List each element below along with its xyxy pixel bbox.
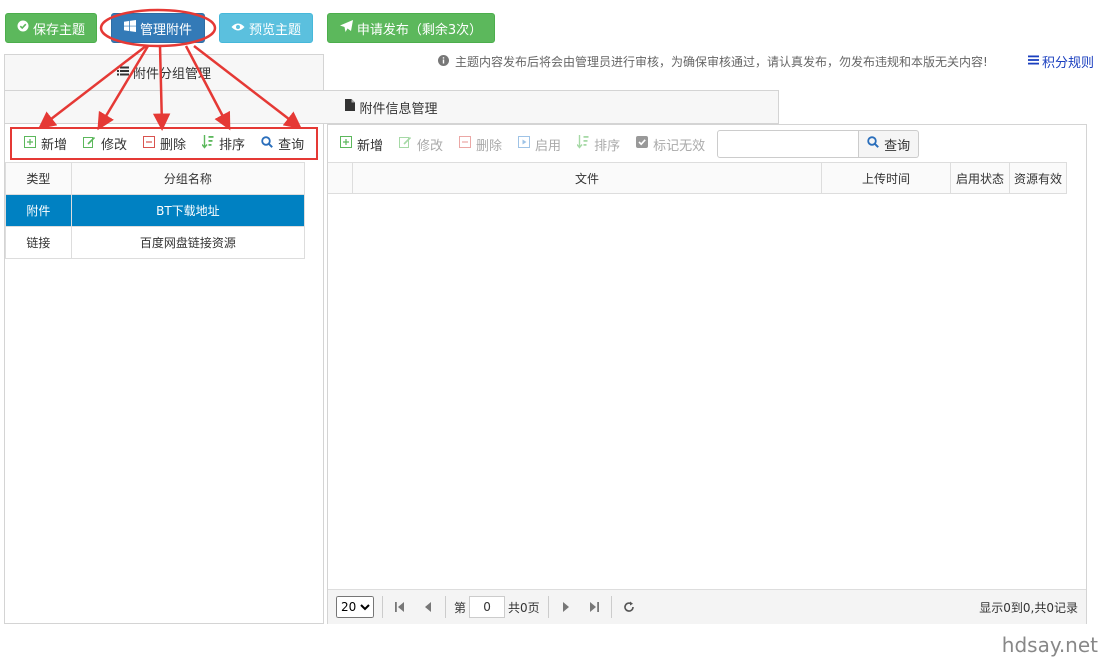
attachment-query-label: 查询 bbox=[884, 138, 911, 154]
pager-record-info: 显示0到0,共0记录 bbox=[979, 600, 1078, 615]
last-page-icon[interactable] bbox=[585, 596, 603, 618]
attachment-delete-button[interactable]: 删除 bbox=[451, 130, 510, 158]
info-icon bbox=[438, 54, 449, 69]
attachment-add-label: 新增 bbox=[357, 138, 384, 154]
plus-square-icon bbox=[340, 136, 352, 152]
col-checkbox-header bbox=[328, 163, 353, 193]
next-page-icon[interactable] bbox=[557, 596, 575, 618]
group-edit-button[interactable]: 修改 bbox=[75, 130, 135, 158]
row-type-cell: 附件 bbox=[5, 194, 72, 227]
refresh-icon[interactable] bbox=[620, 596, 638, 618]
apply-publish-button[interactable]: 申请发布（剩余3次） bbox=[327, 13, 495, 43]
apply-publish-label: 申请发布（剩余3次） bbox=[356, 22, 483, 38]
group-edit-label: 修改 bbox=[101, 138, 128, 153]
attachment-delete-label: 删除 bbox=[476, 138, 503, 154]
attachment-enable-label: 启用 bbox=[535, 138, 562, 154]
table-row[interactable]: 链接 百度网盘链接资源 bbox=[5, 226, 306, 259]
publish-notice: 主题内容发布后将会由管理员进行审核，为确保审核通过，请认真发布，勿发布违规和本版… bbox=[438, 53, 988, 70]
mark-invalid-label: 标记无效 bbox=[653, 138, 706, 154]
minus-square-icon bbox=[459, 136, 472, 152]
windows-icon bbox=[123, 20, 136, 36]
plus-square-icon bbox=[24, 135, 36, 152]
attachment-sort-button[interactable]: 排序 bbox=[569, 130, 628, 158]
minus-square-icon bbox=[143, 135, 156, 152]
row-type-cell: 链接 bbox=[5, 226, 72, 259]
col-group-name-header: 分组名称 bbox=[70, 162, 306, 195]
col-upload-time-header: 上传时间 bbox=[822, 163, 951, 193]
preview-theme-button[interactable]: 预览主题 bbox=[219, 13, 313, 43]
notice-text: 主题内容发布后将会由管理员进行审核，为确保审核通过，请认真发布，勿发布违规和本版… bbox=[455, 55, 988, 69]
check-circle-icon bbox=[17, 20, 29, 36]
row-name-cell: 百度网盘链接资源 bbox=[70, 226, 306, 259]
file-icon bbox=[345, 99, 356, 115]
group-query-label: 查询 bbox=[278, 138, 305, 153]
group-delete-label: 删除 bbox=[160, 138, 187, 153]
tab-attachment-group-label: 附件分组管理 bbox=[132, 67, 211, 82]
row-name-cell: BT下载地址 bbox=[70, 194, 306, 227]
group-add-button[interactable]: 新增 bbox=[16, 130, 75, 158]
attachment-edit-label: 修改 bbox=[417, 138, 444, 154]
group-table: 类型 分组名称 附件 BT下载地址 链接 百度网盘链接资源 bbox=[5, 162, 306, 259]
group-delete-button[interactable]: 删除 bbox=[135, 130, 194, 158]
edit-icon bbox=[399, 136, 412, 152]
attachment-table-header: 文件 上传时间 启用状态 资源有效 bbox=[328, 162, 1067, 194]
group-query-button[interactable]: 查询 bbox=[253, 130, 312, 158]
group-sort-label: 排序 bbox=[219, 138, 246, 153]
prev-page-icon[interactable] bbox=[419, 596, 437, 618]
first-page-icon[interactable] bbox=[391, 596, 409, 618]
group-table-header: 类型 分组名称 bbox=[5, 162, 306, 195]
sort-icon bbox=[576, 135, 589, 153]
manage-attachments-label: 管理附件 bbox=[139, 22, 192, 38]
send-icon bbox=[339, 19, 353, 37]
page-total-label: 共0页 bbox=[508, 600, 540, 615]
attachment-info-panel: 新增 修改 删除 启用 排序 标记无效 查询 文件 上传时间 启用状态 资源有效… bbox=[327, 124, 1087, 624]
list-icon bbox=[116, 65, 129, 80]
attachment-query-button[interactable]: 查询 bbox=[859, 130, 920, 158]
play-square-icon bbox=[518, 136, 531, 152]
tab-attachment-info-mgmt[interactable]: 附件信息管理 bbox=[4, 90, 779, 124]
group-add-label: 新增 bbox=[41, 138, 68, 153]
group-toolbar: 新增 修改 删除 排序 查询 bbox=[10, 127, 318, 160]
pager-divider bbox=[547, 596, 549, 618]
page-size-select[interactable]: 20 bbox=[336, 596, 374, 618]
group-sort-button[interactable]: 排序 bbox=[194, 130, 253, 158]
attachment-add-button[interactable]: 新增 bbox=[332, 130, 391, 158]
pager-divider bbox=[610, 596, 612, 618]
attachment-toolbar: 新增 修改 删除 启用 排序 标记无效 查询 bbox=[328, 125, 1086, 163]
attachment-edit-button[interactable]: 修改 bbox=[391, 130, 451, 158]
preview-theme-label: 预览主题 bbox=[248, 22, 301, 38]
page-number-input[interactable]: 0 bbox=[469, 596, 506, 618]
pagination-bar: 20 第 0 共0页 显示0到0,共0记录 bbox=[328, 589, 1086, 624]
page-prefix-label: 第 bbox=[454, 600, 467, 615]
pager-divider bbox=[445, 596, 446, 618]
save-theme-label: 保存主题 bbox=[32, 22, 85, 38]
attachment-search-input[interactable] bbox=[717, 130, 860, 158]
tab-attachment-info-label: 附件信息管理 bbox=[359, 101, 438, 117]
edit-icon bbox=[83, 136, 96, 152]
eye-icon bbox=[231, 21, 245, 36]
attachment-sort-label: 排序 bbox=[594, 138, 621, 154]
save-theme-button[interactable]: 保存主题 bbox=[5, 13, 97, 43]
search-icon bbox=[867, 136, 880, 152]
table-row[interactable]: 附件 BT下载地址 bbox=[5, 194, 306, 227]
mark-invalid-button[interactable]: 标记无效 bbox=[628, 130, 713, 158]
col-file-header: 文件 bbox=[353, 163, 822, 193]
points-rules-link[interactable]: 积分规则 bbox=[1028, 52, 1094, 71]
tab-attachment-group-mgmt[interactable]: 附件分组管理 bbox=[4, 54, 324, 90]
sort-icon bbox=[201, 134, 214, 153]
col-valid-header: 资源有效 bbox=[1010, 163, 1067, 193]
attachment-enable-button[interactable]: 启用 bbox=[510, 130, 569, 158]
col-type-header: 类型 bbox=[5, 162, 72, 195]
watermark-text: hdsay.net bbox=[1001, 633, 1098, 657]
check-square-icon bbox=[636, 136, 649, 152]
col-enabled-header: 启用状态 bbox=[951, 163, 1010, 193]
manage-attachments-button[interactable]: 管理附件 bbox=[111, 13, 205, 43]
points-rules-label: 积分规则 bbox=[1042, 56, 1095, 71]
list-icon bbox=[1028, 54, 1039, 69]
search-icon bbox=[261, 135, 273, 152]
pager-divider bbox=[382, 596, 383, 618]
